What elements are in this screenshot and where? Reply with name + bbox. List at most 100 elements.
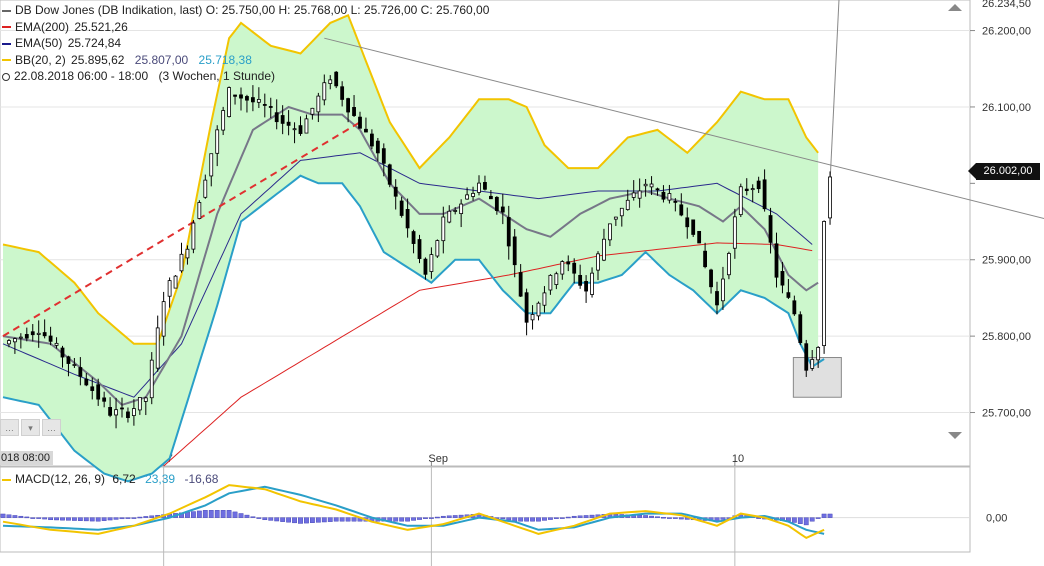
macd-hist-bar	[827, 513, 833, 518]
period-range: 22.08.2018 06:00 - 18:00	[14, 69, 149, 83]
candle-body	[60, 347, 65, 358]
candle-body	[173, 275, 178, 289]
macd-hist-bar	[315, 517, 321, 523]
candle-body	[417, 239, 422, 259]
bb-swatch	[2, 59, 11, 62]
y-top-label: 26.234,50	[982, 0, 1031, 10]
nav-button-2[interactable]: ▾	[21, 419, 40, 436]
candle-body	[732, 216, 737, 249]
macd-hist-bar	[548, 517, 553, 520]
macd-hist-bar	[393, 517, 399, 522]
candle-body	[316, 95, 321, 113]
candle-body	[774, 243, 779, 278]
ema200-label: EMA(200)	[15, 19, 70, 34]
candle-body	[274, 112, 279, 123]
candle-body	[572, 262, 577, 274]
candle-body	[126, 411, 130, 419]
candle-body	[810, 359, 815, 369]
legend-bb[interactable]: BB(20, 2) 25.895,62 25.807,00 25.718,38	[2, 52, 489, 69]
candle-body	[780, 271, 785, 286]
macd-hist-bar	[190, 511, 196, 518]
candle-body	[322, 82, 327, 101]
candle-body	[54, 342, 59, 346]
candle-body	[625, 199, 630, 210]
candle-body	[90, 386, 95, 391]
macd-hist-bar	[226, 510, 232, 518]
macd-hist-bar	[143, 516, 149, 518]
macd-hist-bar	[202, 510, 208, 518]
macd-hist-bar	[655, 516, 660, 518]
macd-hist-bar	[137, 516, 143, 519]
candle-body	[393, 186, 398, 197]
candle-body	[197, 202, 202, 219]
candle-body	[375, 140, 380, 154]
candle-body	[548, 274, 553, 291]
candle-body	[340, 86, 345, 100]
macd-hist-bar	[399, 517, 405, 522]
legend-ema50[interactable]: EMA(50) 25.724,84	[2, 35, 489, 52]
candle-body	[679, 204, 684, 216]
macd-hist-bar	[286, 517, 291, 523]
candle-body	[227, 87, 232, 117]
candle-body	[750, 188, 755, 191]
candle-body	[786, 292, 791, 298]
period-note: (3 Wochen, 1 Stunde)	[158, 69, 275, 83]
candle-body	[42, 332, 47, 337]
candle-body	[524, 292, 529, 323]
candle-body	[161, 301, 166, 337]
candle-body	[804, 343, 809, 371]
macd-hist-bar	[280, 517, 286, 522]
macd-hist-bar	[24, 516, 30, 519]
candle-body	[233, 94, 237, 97]
macd-legend[interactable]: MACD(12, 26, 9) 6,72 23,39 -16,68	[2, 472, 218, 486]
candle-body	[471, 192, 475, 197]
close-value: 25.760,00	[436, 3, 490, 17]
candle-body	[304, 118, 309, 134]
candle-body	[114, 409, 118, 416]
candle-body	[596, 253, 600, 271]
candle-body	[364, 128, 368, 133]
candle-body	[12, 338, 17, 343]
macd-hist-bar	[54, 517, 59, 521]
nav-button-3[interactable]: …	[42, 419, 61, 436]
candle-body	[221, 110, 226, 131]
scroll-up-icon[interactable]	[948, 4, 962, 11]
nav-button-1[interactable]: …	[0, 419, 19, 436]
macd-hist-bar	[238, 513, 244, 518]
macd-hist-bar	[220, 510, 226, 518]
macd-hist-bar	[797, 517, 803, 524]
x-tick-label: 10	[732, 453, 744, 465]
candle-body	[822, 221, 826, 347]
macd-hist-bar	[553, 517, 559, 519]
high-label: H:	[278, 3, 291, 17]
macd-hist-bar	[42, 517, 48, 520]
legend-ema200[interactable]: EMA(200) 25.521,26	[2, 19, 489, 36]
candle-body	[655, 188, 660, 191]
candle-body	[721, 278, 725, 302]
macd-hist-bar	[429, 517, 434, 519]
candle-body	[399, 200, 404, 216]
macd-hist-bar	[672, 517, 678, 519]
macd-hist-bar	[60, 517, 65, 521]
chart-legend: DB Dow Jones (DB Indikation, last) O: 25…	[2, 2, 489, 85]
scroll-down-icon[interactable]	[948, 432, 962, 439]
macd-hist-bar	[274, 517, 280, 522]
candle-body	[447, 210, 452, 223]
macd-hist-bar	[71, 517, 77, 521]
candle-body	[191, 222, 196, 250]
candle-body	[703, 250, 707, 268]
candle-body	[137, 397, 142, 411]
clock-icon	[2, 72, 10, 81]
macd-hist-bar	[101, 517, 107, 521]
candle-body	[387, 164, 392, 185]
macd-hist-bar	[565, 516, 571, 519]
macd-hist-bar	[506, 517, 512, 521]
candle-body	[292, 128, 297, 131]
ema200-swatch	[2, 26, 11, 29]
candle-body	[429, 254, 434, 272]
candle-body	[643, 183, 648, 187]
macd-hist-bar	[536, 517, 541, 522]
macd-hist-bar	[244, 514, 250, 518]
candle-body	[602, 238, 606, 261]
candle-body	[155, 327, 160, 369]
